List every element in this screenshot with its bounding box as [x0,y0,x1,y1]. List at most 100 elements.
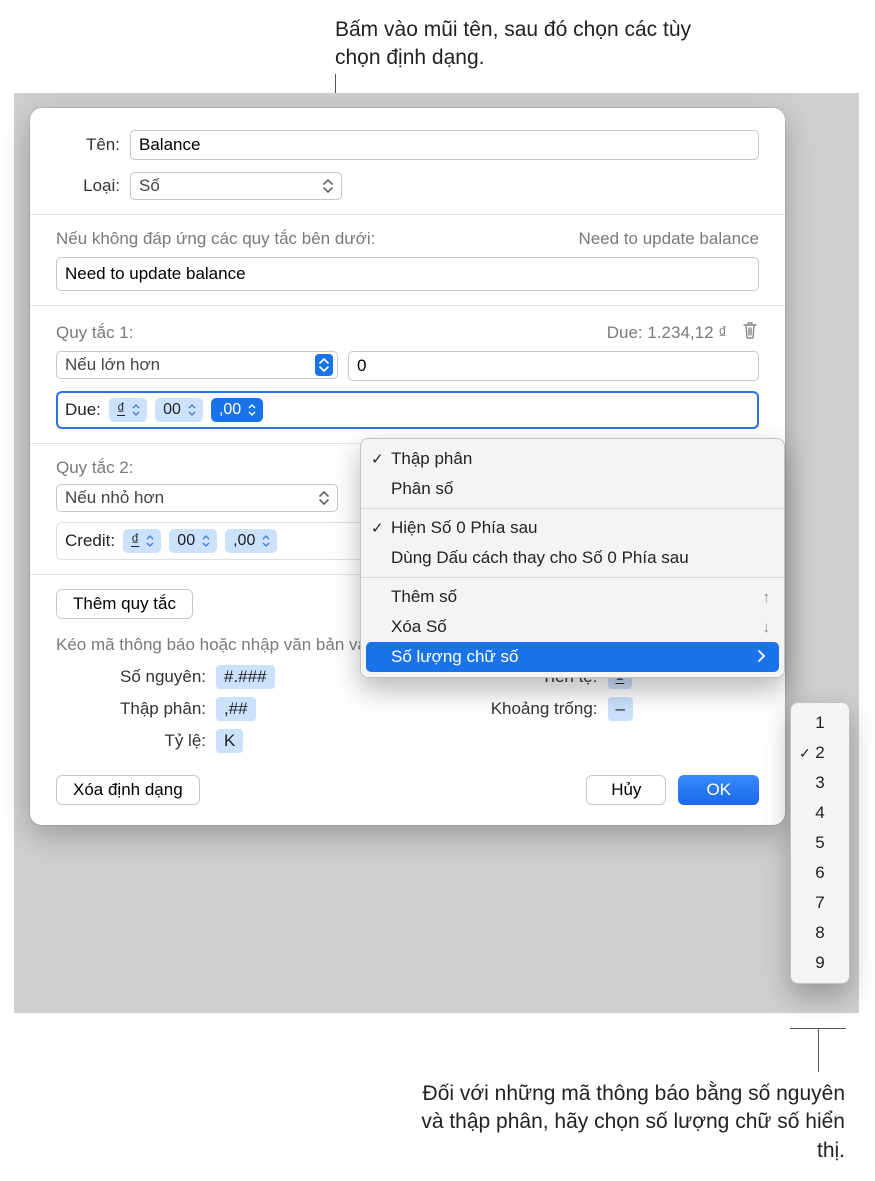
token-integer-label: Số nguyên: [56,667,216,687]
callout-line [818,1028,819,1072]
decimal-options-menu: ✓ Thập phân Phân số ✓ Hiện Số 0 Phía sau… [360,438,785,678]
submenu-item-3[interactable]: 3 [791,768,849,798]
submenu-item-label: 6 [815,863,824,883]
menu-xoaso[interactable]: Xóa Số ↓ [361,612,784,642]
callout-bottom: Đối với những mã thông báo bằng số nguyê… [395,1080,845,1165]
chevron-updown-icon [245,404,259,416]
type-select[interactable]: Số [130,172,342,200]
rule1-condition-value: Nếu lớn hơn [65,355,160,375]
menu-item-label: Hiện Số 0 Phía sau [391,518,537,538]
submenu-item-label: 4 [815,803,824,823]
token-space-row: Khoảng trống: – [408,697,760,721]
name-row: Tên: [56,130,759,160]
token-integer[interactable]: #.### [216,665,275,689]
norules-label: Nếu không đáp ứng các quy tắc bên dưới: [56,229,375,249]
rule1-condition-select[interactable]: Nếu lớn hơn [56,351,338,379]
pill-text: ₫ [117,401,125,419]
menu-item-label: Số lượng chữ số [391,647,518,667]
type-label: Loại: [56,176,130,196]
submenu-item-7[interactable]: 7 [791,888,849,918]
rule2-condition-select[interactable]: Nếu nhỏ hơn [56,484,338,512]
menu-themso[interactable]: Thêm số ↑ [361,582,784,612]
rule1-label: Quy tắc 1: [56,323,133,343]
token-integer-row: Số nguyên: #.### [56,665,408,689]
menu-thapphan[interactable]: ✓ Thập phân [361,444,784,474]
submenu-item-label: 1 [815,713,824,733]
name-input[interactable] [130,130,759,160]
rule1-preview: Due: 1.234,12 ₫ [607,323,727,343]
norules-header: Nếu không đáp ứng các quy tắc bên dưới: … [56,229,759,249]
token-scale-row: Tỷ lệ: K [56,729,408,753]
submenu-item-6[interactable]: 6 [791,858,849,888]
submenu-item-9[interactable]: 9 [791,948,849,978]
pill-text: 00 [163,401,181,419]
arrow-up-icon: ↑ [763,589,771,606]
pill-text: 00 [177,532,195,550]
token-decimal[interactable]: ,## [216,697,256,721]
type-value: Số [139,176,160,196]
rule1-header: Quy tắc 1: Due: 1.234,12 ₫ [56,320,759,345]
chevron-updown-icon [143,535,157,547]
token-scale-label: Tỷ lệ: [56,731,216,751]
submenu-item-8[interactable]: 8 [791,918,849,948]
menu-item-label: Thêm số [391,587,457,607]
type-row: Loại: Số [56,172,759,200]
rule1-decimal-pill[interactable]: ,00 [211,398,263,422]
submenu-item-label: 7 [815,893,824,913]
token-decimal-row: Thập phân: ,## [56,697,408,721]
chevron-updown-icon [199,535,213,547]
rule1-tokens-row[interactable]: Due: ₫ 00 ,00 [56,391,759,429]
check-icon: ✓ [371,519,384,537]
rule1-value-input[interactable] [348,351,759,381]
token-decimal-label: Thập phân: [56,699,216,719]
rule2-condition-value: Nếu nhỏ hơn [65,488,164,508]
menu-item-label: Dùng Dấu cách thay cho Số 0 Phía sau [391,548,689,568]
menu-phanso[interactable]: Phân số [361,474,784,504]
pill-text: ,00 [233,532,255,550]
submenu-item-label: 8 [815,923,824,943]
token-space-label: Khoảng trống: [408,699,608,719]
rule2-currency-pill[interactable]: ₫ [123,529,161,553]
rule1-condition-row: Nếu lớn hơn [56,351,759,381]
tokens-grid: Số nguyên: #.### Thập phân: ,## Tỷ lệ: K… [56,665,759,753]
menu-item-label: Xóa Số [391,617,447,637]
rule2-prefix: Credit: [65,531,115,551]
chevron-updown-icon [315,354,333,376]
submenu-item-label: 3 [815,773,824,793]
submenu-item-2[interactable]: ✓2 [791,738,849,768]
menu-hien0[interactable]: ✓ Hiện Số 0 Phía sau [361,513,784,543]
menu-item-label: Thập phân [391,449,472,469]
callout-top: Bấm vào mũi tên, sau đó chọn các tùy chọ… [335,16,735,73]
chevron-right-icon [757,649,765,666]
menu-dungcach[interactable]: Dùng Dấu cách thay cho Số 0 Phía sau [361,543,784,573]
chevron-updown-icon [185,404,199,416]
norules-preview: Need to update balance [578,229,759,249]
footer: Xóa định dạng Hủy OK [56,775,759,805]
submenu-item-label: 9 [815,953,824,973]
rule2-integer-pill[interactable]: 00 [169,529,217,553]
menu-separator [361,508,784,509]
clear-format-button[interactable]: Xóa định dạng [56,775,200,805]
pill-text: ₫ [131,532,139,550]
rule1-currency-pill[interactable]: ₫ [109,398,147,422]
norules-input[interactable] [56,257,759,291]
submenu-item-1[interactable]: 1 [791,708,849,738]
cancel-button[interactable]: Hủy [586,775,666,805]
ok-button[interactable]: OK [678,775,759,805]
check-icon: ✓ [371,450,384,468]
add-rule-button[interactable]: Thêm quy tắc [56,589,193,619]
trash-icon[interactable] [741,320,759,345]
token-space[interactable]: – [608,697,633,721]
submenu-item-4[interactable]: 4 [791,798,849,828]
divider [30,214,785,215]
submenu-item-5[interactable]: 5 [791,828,849,858]
menu-separator [361,577,784,578]
menu-soluong[interactable]: Số lượng chữ số [366,642,779,672]
rule2-decimal-pill[interactable]: ,00 [225,529,277,553]
rule1-integer-pill[interactable]: 00 [155,398,203,422]
divider [30,305,785,306]
token-scale[interactable]: K [216,729,243,753]
chevron-updown-icon [259,535,273,547]
chevron-updown-icon [315,491,333,505]
submenu-item-label: 5 [815,833,824,853]
